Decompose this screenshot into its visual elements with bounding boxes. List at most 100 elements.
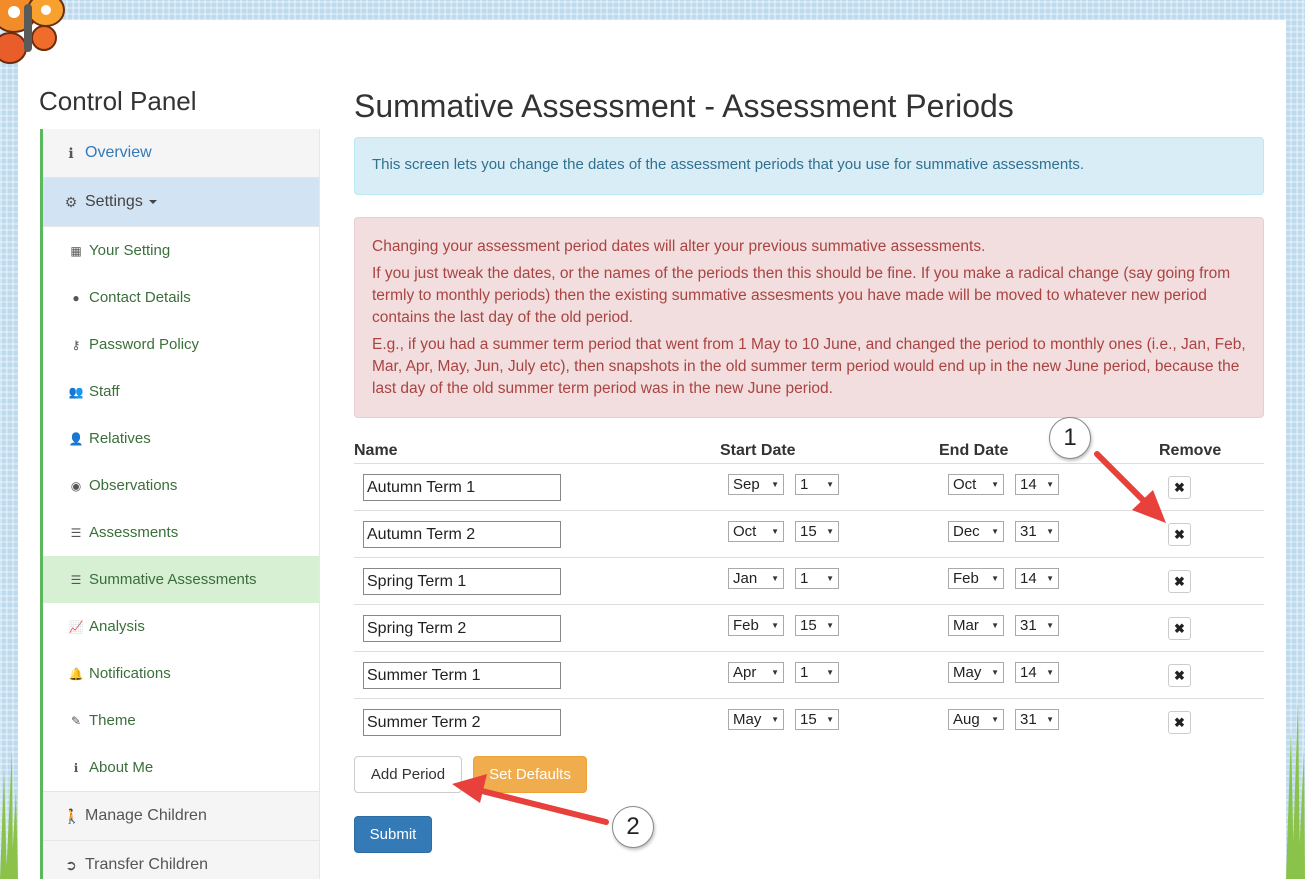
dropdown-arrow-icon: ▼ <box>826 621 834 630</box>
start-day-select[interactable]: 1 ▼ <box>795 662 839 683</box>
close-icon: ✖ <box>1174 714 1185 730</box>
sidebar-item-staff[interactable]: 👥 Staff <box>43 368 319 415</box>
end-month-select[interactable]: Dec ▼ <box>948 521 1004 542</box>
dropdown-arrow-icon: ▼ <box>826 480 834 489</box>
end-day-select[interactable]: 31 ▼ <box>1015 521 1059 542</box>
sidebar-item-observations[interactable]: ◉ Observations <box>43 462 319 509</box>
end-month-select[interactable]: Oct ▼ <box>948 474 1004 495</box>
sidebar: ℹ Overview ⚙ Settings ▦ Your Setting ● C… <box>40 129 320 879</box>
period-name-input[interactable] <box>363 615 561 642</box>
dropdown-arrow-icon: ▼ <box>771 574 779 583</box>
set-defaults-button[interactable]: Set Defaults <box>473 756 587 793</box>
table-row: Feb ▼ 15 ▼ Mar ▼ 31 ▼ ✖ <box>354 605 1264 652</box>
user-icon: 👤 <box>68 431 84 446</box>
period-name-input[interactable] <box>363 474 561 501</box>
sidebar-item-notifications[interactable]: 🔔 Notifications <box>43 650 319 697</box>
start-month-select[interactable]: May ▼ <box>728 709 784 730</box>
add-period-button[interactable]: Add Period <box>354 756 462 793</box>
dropdown-arrow-icon: ▼ <box>1046 621 1054 630</box>
select-value: Aug <box>953 711 980 728</box>
select-value: May <box>953 664 982 681</box>
start-month-select[interactable]: Jan ▼ <box>728 568 784 589</box>
sidebar-item-manage-children[interactable]: 🚶 Manage Children <box>43 791 319 840</box>
sidebar-item-relatives[interactable]: 👤 Relatives <box>43 415 319 462</box>
sidebar-item-your-setting[interactable]: ▦ Your Setting <box>43 227 319 274</box>
start-day-select[interactable]: 1 ▼ <box>795 568 839 589</box>
end-day-select[interactable]: 31 ▼ <box>1015 615 1059 636</box>
table-row: Sep▼ 1▼ Oct▼ 14▼ ✖ <box>354 464 1264 511</box>
close-icon: ✖ <box>1174 479 1185 495</box>
start-month-select[interactable]: Feb ▼ <box>728 615 784 636</box>
warning-text: Changing your assessment period dates wi… <box>372 238 986 255</box>
eye-icon: ◉ <box>70 478 82 493</box>
period-name-input[interactable] <box>363 662 561 689</box>
warning-alert: Changing your assessment period dates wi… <box>354 217 1264 418</box>
start-month-select[interactable]: Apr ▼ <box>728 662 784 683</box>
select-value: 1 <box>800 476 809 493</box>
period-name-input[interactable] <box>363 521 561 548</box>
butterfly-logo <box>0 0 65 64</box>
remove-period-button[interactable]: ✖ <box>1168 476 1191 499</box>
callout-1: 1 <box>1049 417 1091 459</box>
sidebar-item-overview[interactable]: ℹ Overview <box>43 129 319 178</box>
header-remove: Remove <box>1159 442 1222 459</box>
dropdown-arrow-icon: ▼ <box>1046 527 1054 536</box>
end-month-select[interactable]: Mar ▼ <box>948 615 1004 636</box>
remove-period-button[interactable]: ✖ <box>1168 617 1191 640</box>
sidebar-item-summative-assessments[interactable]: ☰ Summative Assessments <box>43 556 319 603</box>
end-month-select[interactable]: Feb ▼ <box>948 568 1004 589</box>
submit-button[interactable]: Submit <box>354 816 432 853</box>
dropdown-arrow-icon: ▼ <box>826 527 834 536</box>
warning-text: If you just tweak the dates, or the name… <box>372 265 1231 326</box>
start-day-select[interactable]: 1 ▼ <box>795 474 839 495</box>
end-day-select[interactable]: 14 ▼ <box>1015 474 1059 495</box>
sidebar-item-contact-details[interactable]: ● Contact Details <box>43 274 319 321</box>
remove-period-button[interactable]: ✖ <box>1168 523 1191 546</box>
remove-period-button[interactable]: ✖ <box>1168 711 1191 734</box>
sidebar-item-settings[interactable]: ⚙ Settings <box>43 178 319 227</box>
sidebar-item-label: Staff <box>89 383 120 400</box>
select-value: 1 <box>800 570 809 587</box>
start-month-select[interactable]: Oct ▼ <box>728 521 784 542</box>
start-day-select[interactable]: 15 ▼ <box>795 521 839 542</box>
period-name-input[interactable] <box>363 709 561 736</box>
dropdown-arrow-icon: ▼ <box>771 668 779 677</box>
close-icon: ✖ <box>1174 573 1185 589</box>
header-name: Name <box>354 442 398 459</box>
dropdown-arrow-icon: ▼ <box>991 527 999 536</box>
grass-decoration-right <box>1286 700 1305 879</box>
dropdown-arrow-icon: ▼ <box>826 574 834 583</box>
sidebar-item-assessments[interactable]: ☰ Assessments <box>43 509 319 556</box>
info-icon: ℹ <box>68 144 74 161</box>
table-row: Jan▼ 1▼ Feb▼ 14▼ ✖ <box>354 558 1264 605</box>
remove-period-button[interactable]: ✖ <box>1168 570 1191 593</box>
sidebar-item-analysis[interactable]: 📈 Analysis <box>43 603 319 650</box>
end-day-select[interactable]: 14 ▼ <box>1015 568 1059 589</box>
select-value: Jan <box>733 570 758 587</box>
end-month-select[interactable]: Aug ▼ <box>948 709 1004 730</box>
close-icon: ✖ <box>1174 620 1185 636</box>
start-day-select[interactable]: 15 ▼ <box>795 615 839 636</box>
chart-icon: 📈 <box>68 619 84 634</box>
sidebar-item-theme[interactable]: ✎ Theme <box>43 697 319 744</box>
sidebar-item-label: Transfer Children <box>85 856 209 873</box>
remove-period-button[interactable]: ✖ <box>1168 664 1191 687</box>
end-day-select[interactable]: 31 ▼ <box>1015 709 1059 730</box>
gear-icon: ⚙ <box>64 193 78 210</box>
sidebar-item-label: Your Setting <box>89 242 171 259</box>
sidebar-item-about-me[interactable]: ℹ About Me <box>43 744 319 791</box>
end-month-select[interactable]: May ▼ <box>948 662 1004 683</box>
start-day-select[interactable]: 15 ▼ <box>795 709 839 730</box>
period-name-input[interactable] <box>363 568 561 595</box>
start-month-select[interactable]: Sep ▼ <box>728 474 784 495</box>
bell-icon: 🔔 <box>68 666 84 681</box>
sidebar-item-password-policy[interactable]: ⚷ Password Policy <box>43 321 319 368</box>
select-value: 14 <box>1020 476 1037 493</box>
select-value: 15 <box>800 523 817 540</box>
dropdown-arrow-icon: ▼ <box>991 668 999 677</box>
end-day-select[interactable]: 14 ▼ <box>1015 662 1059 683</box>
sidebar-item-transfer-children[interactable]: ➲ Transfer Children <box>43 840 319 879</box>
sidebar-item-label: Overview <box>85 144 152 161</box>
child-icon: 🚶 <box>63 807 81 824</box>
dropdown-arrow-icon: ▼ <box>826 668 834 677</box>
